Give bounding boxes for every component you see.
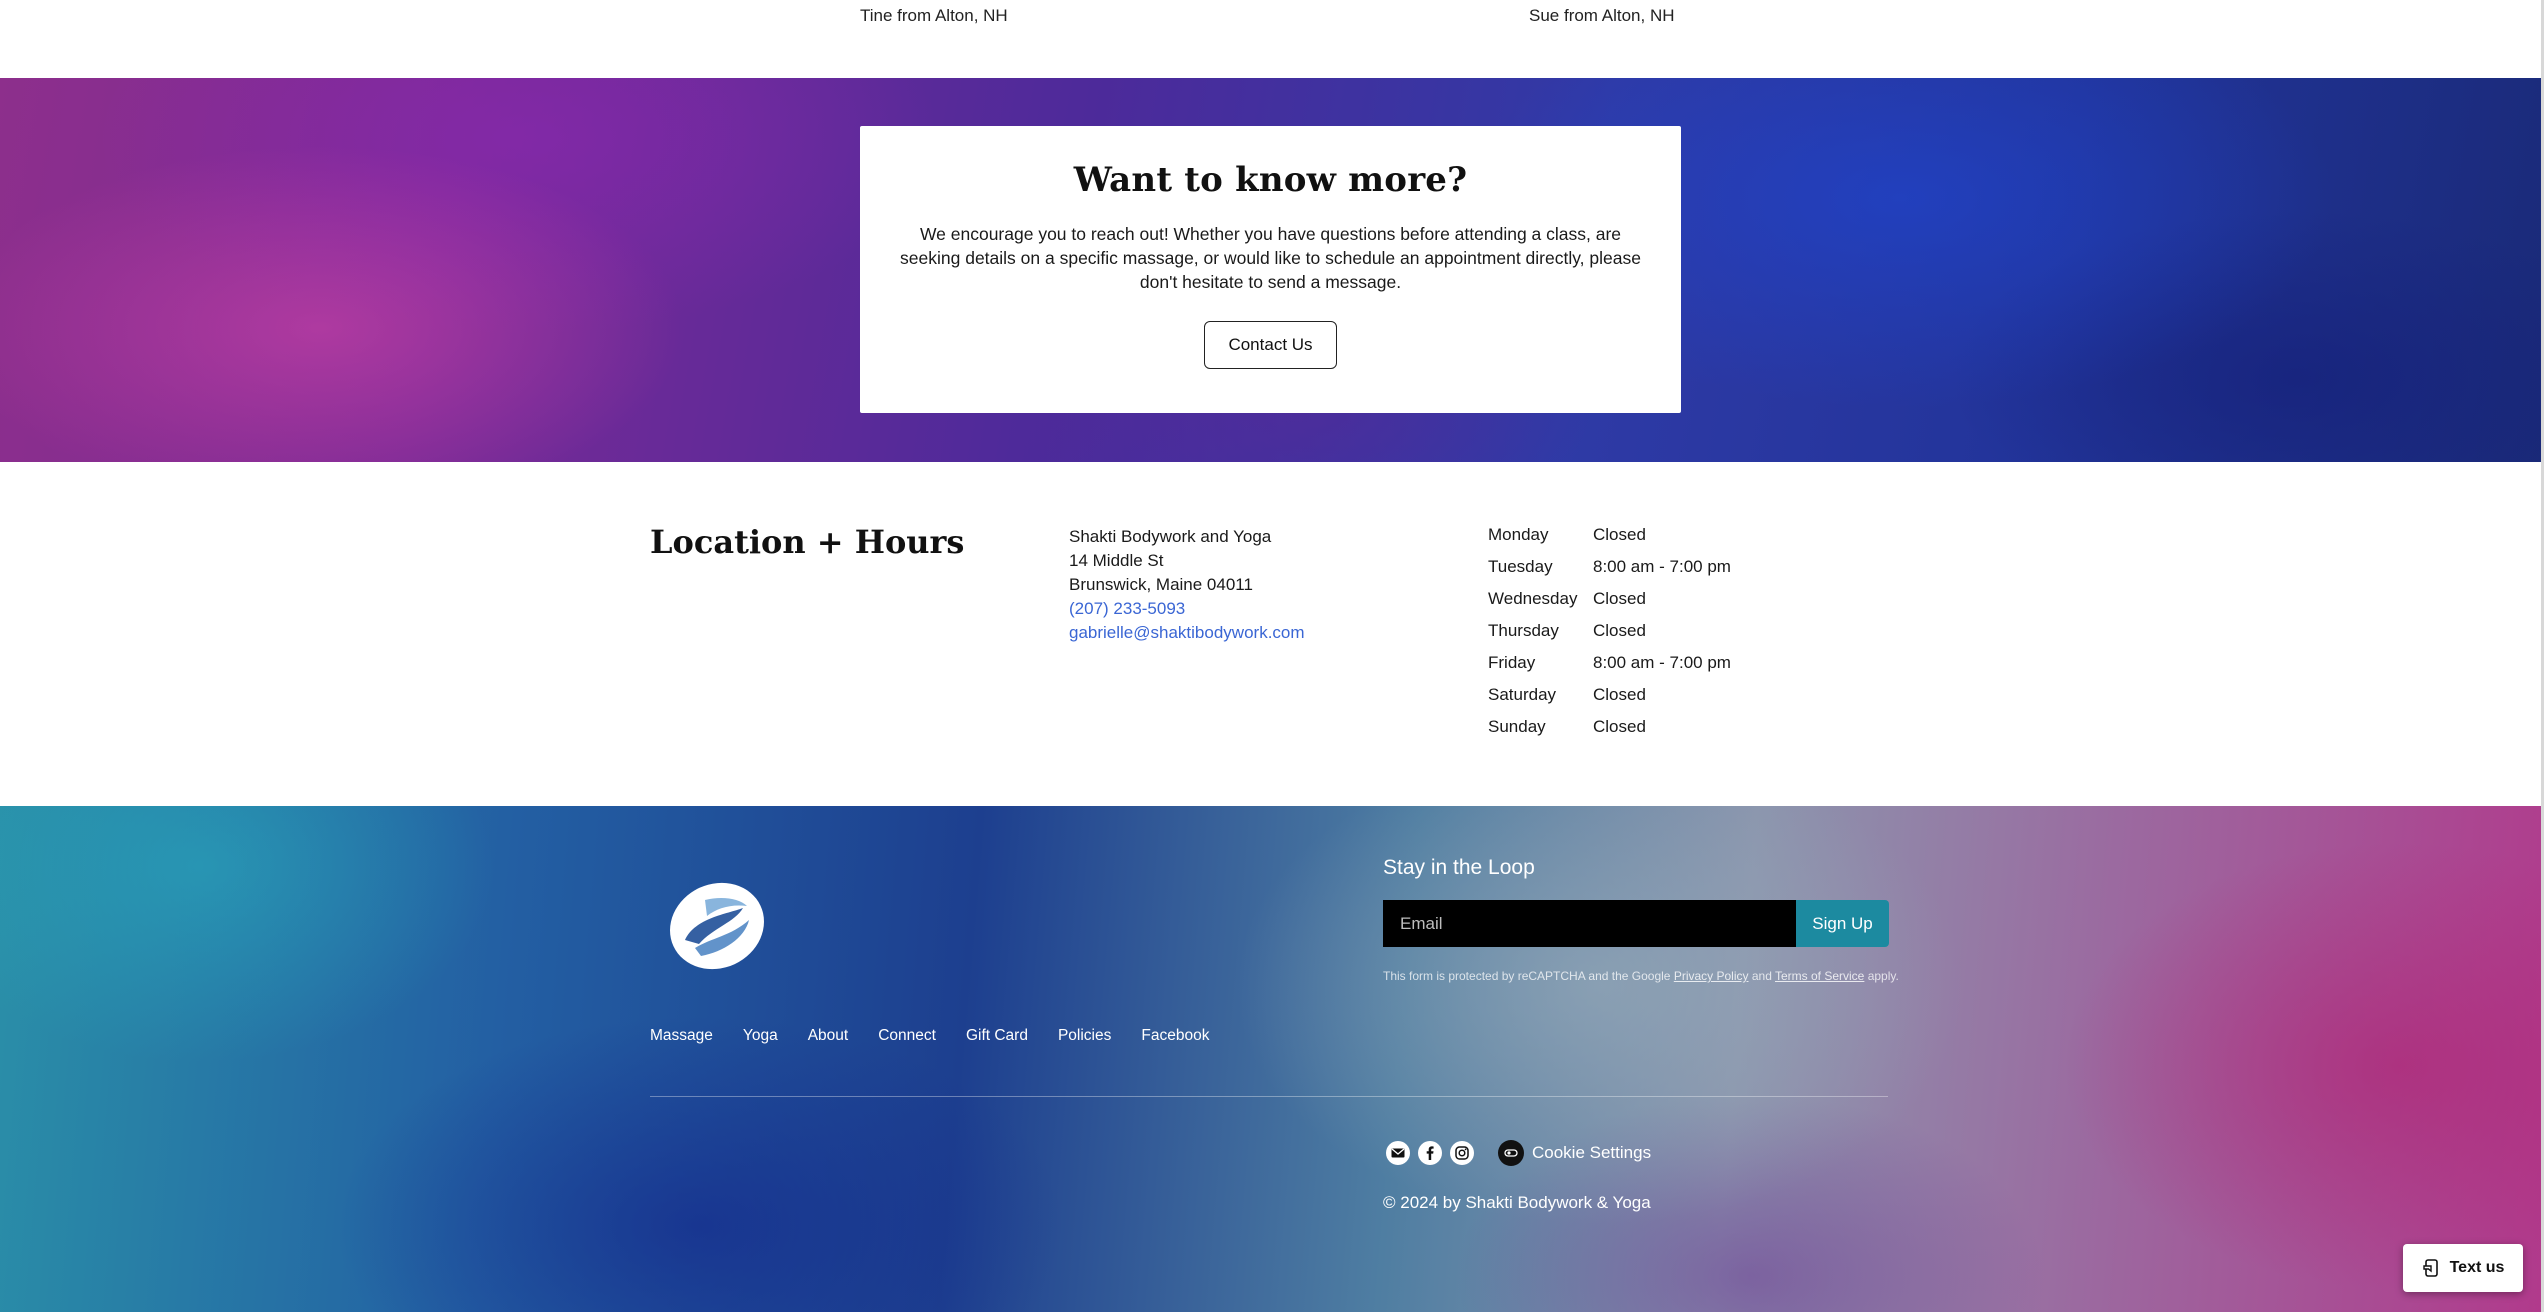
- social-row: Cookie Settings: [1386, 1140, 1651, 1166]
- signup-button[interactable]: Sign Up: [1796, 900, 1889, 947]
- hours-time: Closed: [1593, 525, 1646, 544]
- newsletter-email-input[interactable]: [1383, 900, 1796, 947]
- phone-link[interactable]: (207) 233-5093: [1069, 597, 1305, 621]
- hours-day: Monday: [1488, 525, 1549, 544]
- city-line: Brunswick, Maine 04011: [1069, 575, 1253, 594]
- hours-time: Closed: [1593, 685, 1646, 704]
- street-address: 14 Middle St: [1069, 551, 1164, 570]
- contact-cta-section: Want to know more? We encourage you to r…: [0, 78, 2541, 462]
- terms-of-service-link[interactable]: Terms of Service: [1775, 969, 1864, 983]
- cookie-settings-link[interactable]: Cookie Settings: [1532, 1143, 1651, 1163]
- hours-time: 8:00 am - 7:00 pm: [1593, 653, 1731, 672]
- hours-time: 8:00 am - 7:00 pm: [1593, 557, 1731, 576]
- email-link[interactable]: gabrielle@shaktibodywork.com: [1069, 621, 1305, 645]
- recaptcha-suffix: apply.: [1867, 969, 1899, 983]
- hours-day: Saturday: [1488, 685, 1557, 704]
- hours-time: Closed: [1593, 589, 1646, 608]
- address-block: Shakti Bodywork and Yoga 14 Middle St Br…: [1069, 525, 1305, 645]
- footer-divider: [650, 1096, 1888, 1097]
- cookie-settings-icon[interactable]: [1498, 1140, 1524, 1166]
- hours-row: Saturday Closed: [1488, 685, 1731, 717]
- hours-day: Wednesday: [1488, 589, 1578, 608]
- instagram-icon[interactable]: [1450, 1141, 1474, 1165]
- hours-row: Monday Closed: [1488, 525, 1731, 557]
- newsletter-heading: Stay in the Loop: [1383, 856, 1535, 879]
- privacy-policy-link[interactable]: Privacy Policy: [1674, 969, 1749, 983]
- testimonial-credit-right: Sue from Alton, NH: [1529, 6, 1675, 25]
- business-name: Shakti Bodywork and Yoga: [1069, 527, 1272, 546]
- hours-day: Sunday: [1488, 717, 1546, 736]
- phone-chat-icon: [2422, 1259, 2438, 1277]
- facebook-icon[interactable]: [1418, 1141, 1442, 1165]
- contact-cta-card: Want to know more? We encourage you to r…: [860, 126, 1681, 413]
- hours-table: Monday Closed Tuesday 8:00 am - 7:00 pm We…: [1488, 525, 1731, 749]
- text-us-button[interactable]: Text us: [2403, 1244, 2523, 1292]
- location-title: Location + Hours: [650, 523, 965, 561]
- hours-day: Tuesday: [1488, 557, 1553, 576]
- mail-icon[interactable]: [1386, 1141, 1410, 1165]
- recaptcha-and: and: [1751, 969, 1772, 983]
- testimonials-strip: Tine from Alton, NH Sue from Alton, NH: [0, 0, 2541, 78]
- recaptcha-prefix: This form is protected by reCAPTCHA and …: [1383, 969, 1671, 983]
- testimonial-credit-left: Tine from Alton, NH: [860, 6, 1008, 25]
- hours-day: Friday: [1488, 653, 1536, 672]
- cta-heading: Want to know more?: [1073, 160, 1468, 200]
- hours-time: Closed: [1593, 621, 1646, 640]
- hours-time: Closed: [1593, 717, 1646, 736]
- text-us-label: Text us: [2449, 1259, 2505, 1276]
- footer-link-gift-card[interactable]: Gift Card: [966, 1027, 1028, 1045]
- footer-link-facebook[interactable]: Facebook: [1141, 1027, 1209, 1045]
- footer-link-connect[interactable]: Connect: [878, 1027, 936, 1045]
- footer-nav: Massage Yoga About Connect Gift Card Pol…: [650, 1027, 1239, 1045]
- cta-body-text: We encourage you to reach out! Whether y…: [900, 224, 1641, 292]
- location-hours-section: Location + Hours Shakti Bodywork and Yog…: [0, 462, 2541, 806]
- hours-row: Wednesday Closed: [1488, 589, 1731, 621]
- copyright-text: © 2024 by Shakti Bodywork & Yoga: [1383, 1193, 1651, 1212]
- hours-row: Friday 8:00 am - 7:00 pm: [1488, 653, 1731, 685]
- footer-link-policies[interactable]: Policies: [1058, 1027, 1111, 1045]
- hours-row: Thursday Closed: [1488, 621, 1731, 653]
- recaptcha-notice: This form is protected by reCAPTCHA and …: [1383, 965, 1903, 987]
- footer-link-about[interactable]: About: [808, 1027, 849, 1045]
- footer-link-yoga[interactable]: Yoga: [743, 1027, 778, 1045]
- hours-row: Tuesday 8:00 am - 7:00 pm: [1488, 557, 1731, 589]
- brand-logo[interactable]: [665, 878, 769, 974]
- footer-link-massage[interactable]: Massage: [650, 1027, 713, 1045]
- hours-row: Sunday Closed: [1488, 717, 1731, 749]
- site-footer: Massage Yoga About Connect Gift Card Pol…: [0, 806, 2541, 1312]
- contact-us-button[interactable]: Contact Us: [1204, 321, 1337, 369]
- hours-day: Thursday: [1488, 621, 1559, 640]
